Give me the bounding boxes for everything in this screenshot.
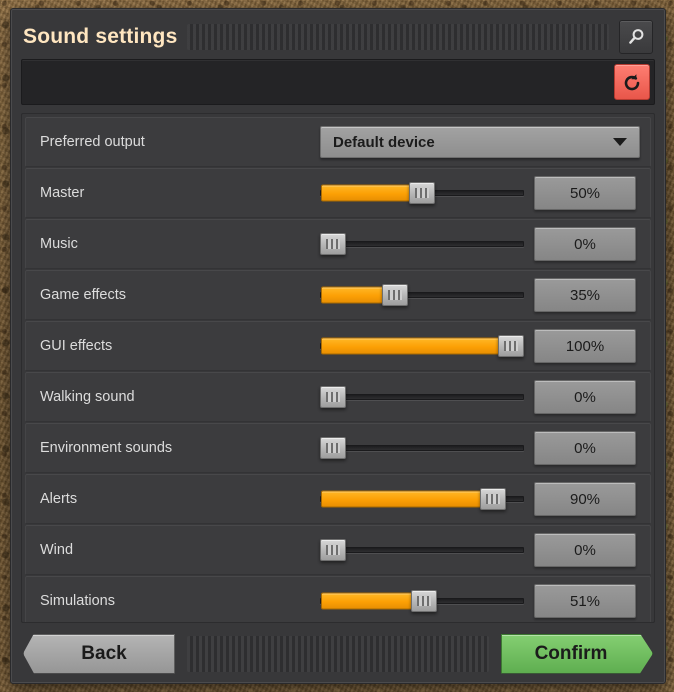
volume-slider[interactable] <box>320 231 524 257</box>
volume-slider[interactable] <box>320 282 524 308</box>
setting-row-slider: Game effects 35% <box>25 270 651 320</box>
reset-button[interactable] <box>614 64 650 100</box>
slider-track[interactable] <box>320 394 524 400</box>
footer-drag-handle[interactable] <box>187 635 489 672</box>
slider-handle[interactable] <box>480 488 507 510</box>
volume-value-field[interactable]: 0% <box>534 380 636 414</box>
slider-rows-container: Master 50% Music 0% Game effects 35% GUI effec… <box>25 168 651 622</box>
search-filter-panel[interactable] <box>21 59 655 105</box>
volume-value-field[interactable]: 50% <box>534 176 636 210</box>
setting-row-slider: Master 50% <box>25 168 651 218</box>
slider-handle[interactable] <box>498 335 524 357</box>
back-button[interactable]: Back <box>23 633 175 674</box>
setting-label: Simulations <box>40 593 115 609</box>
page-title: Sound settings <box>23 25 178 48</box>
titlebar: Sound settings <box>21 17 655 57</box>
setting-label: Walking sound <box>40 389 135 405</box>
setting-label: Wind <box>40 542 74 558</box>
reset-counterclockwise-arrow-icon <box>624 74 640 91</box>
setting-row-slider: Simulations 51% <box>25 576 651 622</box>
preferred-output-dropdown[interactable]: Default device <box>320 126 640 158</box>
slider-handle[interactable] <box>320 233 346 255</box>
setting-row-slider: Environment sounds 0% <box>25 423 651 473</box>
slider-fill <box>321 592 414 610</box>
slider-fill <box>321 184 412 202</box>
slider-fill <box>321 286 386 304</box>
search-icon <box>629 29 644 44</box>
preferred-output-value: Default device <box>333 133 435 151</box>
volume-value-field[interactable]: 51% <box>534 584 636 618</box>
slider-handle[interactable] <box>382 284 409 306</box>
setting-row-slider: Walking sound 0% <box>25 372 651 422</box>
volume-value-field[interactable]: 100% <box>534 329 636 363</box>
slider-handle[interactable] <box>320 437 346 459</box>
setting-row-preferred-output: Preferred output Default device <box>25 117 651 167</box>
chevron-down-icon <box>613 138 627 146</box>
setting-row-slider: GUI effects 100% <box>25 321 651 371</box>
setting-label: Game effects <box>40 287 126 303</box>
setting-label: Music <box>40 236 78 252</box>
volume-slider[interactable] <box>320 333 524 359</box>
sound-settings-window: Sound settings Preferred output Default … <box>10 8 666 684</box>
footer: Back Confirm <box>21 623 655 675</box>
slider-track[interactable] <box>320 547 524 553</box>
volume-value-field[interactable]: 0% <box>534 533 636 567</box>
volume-slider[interactable] <box>320 486 524 512</box>
setting-label-preferred-output: Preferred output <box>40 134 145 150</box>
setting-label: Master <box>40 185 85 201</box>
volume-slider[interactable] <box>320 384 524 410</box>
setting-row-slider: Wind 0% <box>25 525 651 575</box>
confirm-button[interactable]: Confirm <box>501 634 653 674</box>
slider-handle[interactable] <box>410 590 437 612</box>
volume-slider[interactable] <box>320 180 524 206</box>
setting-row-slider: Alerts 90% <box>25 474 651 524</box>
volume-slider[interactable] <box>320 588 524 614</box>
volume-slider[interactable] <box>320 435 524 461</box>
search-button[interactable] <box>619 20 653 54</box>
window-drag-handle[interactable] <box>187 24 609 50</box>
slider-fill <box>321 490 484 508</box>
slider-handle[interactable] <box>320 386 346 408</box>
volume-slider[interactable] <box>320 537 524 563</box>
volume-value-field[interactable]: 0% <box>534 227 636 261</box>
slider-handle[interactable] <box>320 539 346 561</box>
settings-list: Preferred output Default device Master 50… <box>21 113 655 623</box>
setting-row-slider: Music 0% <box>25 219 651 269</box>
slider-track[interactable] <box>320 241 524 247</box>
setting-label: Alerts <box>40 491 78 507</box>
setting-label: Environment sounds <box>40 440 173 456</box>
setting-label: GUI effects <box>40 338 113 354</box>
slider-fill <box>321 337 501 355</box>
slider-track[interactable] <box>320 445 524 451</box>
volume-value-field[interactable]: 0% <box>534 431 636 465</box>
volume-value-field[interactable]: 90% <box>534 482 636 516</box>
slider-handle[interactable] <box>409 182 435 204</box>
volume-value-field[interactable]: 35% <box>534 278 636 312</box>
